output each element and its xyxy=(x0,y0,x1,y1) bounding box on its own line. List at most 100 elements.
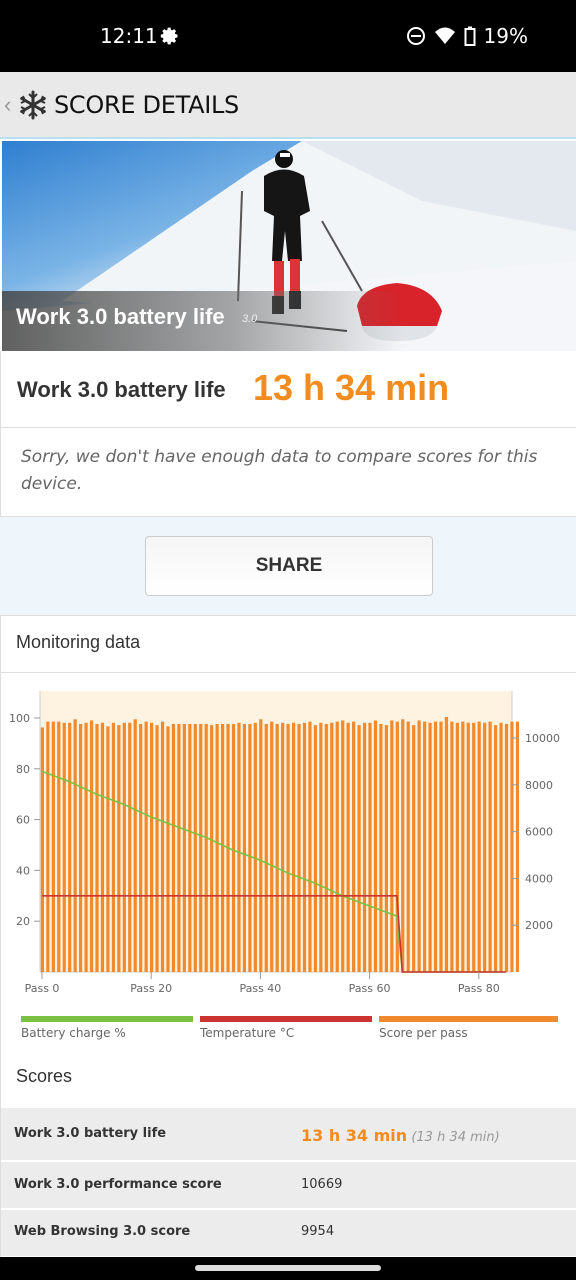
bar-score-pass-69 xyxy=(417,720,421,972)
score-label: Web Browsing 3.0 score xyxy=(14,1224,191,1239)
monitoring-title: Monitoring data xyxy=(16,632,141,652)
legend-label: Battery charge % xyxy=(21,1026,126,1040)
y-left-tick-label: 100 xyxy=(9,712,30,725)
result-label: Work 3.0 battery life xyxy=(17,377,226,402)
bar-score-pass-47 xyxy=(297,723,301,972)
bar-score-pass-13 xyxy=(111,722,115,972)
bar-score-pass-75 xyxy=(450,721,454,972)
bar-score-pass-8 xyxy=(84,722,88,972)
bar-score-pass-57 xyxy=(352,721,356,972)
bar-score-pass-86 xyxy=(510,721,514,972)
bar-score-pass-84 xyxy=(499,722,503,972)
bar-score-pass-21 xyxy=(155,725,159,972)
bar-score-pass-22 xyxy=(160,721,165,972)
chevron-left-icon[interactable]: ‹ xyxy=(4,92,16,118)
bar-score-pass-6 xyxy=(73,719,77,972)
bar-score-pass-43 xyxy=(275,723,279,972)
bar-score-pass-2 xyxy=(51,721,55,972)
x-tick-label: Pass 60 xyxy=(349,982,391,995)
bar-score-pass-49 xyxy=(308,721,312,972)
monitoring-card: Monitoring data 20 40 60 80 100 2000 4000 6000 8… xyxy=(0,615,576,1275)
x-tick-label: Pass 40 xyxy=(239,982,281,995)
bar-score-pass-26 xyxy=(182,723,186,972)
bar-score-pass-5 xyxy=(68,722,72,972)
battery-percent: 19% xyxy=(483,24,528,48)
bar-score-pass-45 xyxy=(286,723,290,972)
bar-score-pass-23 xyxy=(166,726,170,972)
score-value: 9954 xyxy=(301,1224,335,1239)
bar-score-pass-31 xyxy=(210,725,214,972)
bar-score-pass-42 xyxy=(270,721,274,972)
bar-score-pass-37 xyxy=(242,723,247,972)
bar-score-pass-66 xyxy=(401,719,405,972)
do-not-disturb-icon xyxy=(406,27,425,45)
home-gesture-handle[interactable] xyxy=(195,1265,381,1271)
legend-swatch-score xyxy=(379,1016,558,1022)
bar-score-pass-53 xyxy=(330,722,334,972)
bar-score-pass-73 xyxy=(439,721,443,972)
table-row: Work 3.0 performance score 10669 xyxy=(1,1160,576,1208)
score-value-main: 13 h 34 min xyxy=(301,1126,408,1145)
page-title: SCORE DETAILS xyxy=(54,90,239,119)
bar-score-pass-14 xyxy=(117,725,121,972)
legend-label: Score per pass xyxy=(379,1026,468,1040)
score-value: 10669 xyxy=(301,1177,343,1192)
score-label: Work 3.0 performance score xyxy=(14,1177,222,1192)
bar-score-pass-52 xyxy=(324,723,328,972)
bar-score-pass-81 xyxy=(483,722,487,972)
hero-title: Work 3.0 battery life xyxy=(16,304,225,329)
bar-score-pass-0 xyxy=(40,727,44,972)
share-button[interactable]: SHARE xyxy=(145,536,433,596)
bar-score-pass-48 xyxy=(302,722,307,972)
bar-score-pass-20 xyxy=(150,722,154,972)
x-tick-label: Pass 80 xyxy=(458,982,500,995)
y-right-tick-label: 6000 xyxy=(525,826,553,839)
bar-score-pass-50 xyxy=(313,725,317,972)
bar-score-pass-70 xyxy=(423,721,427,972)
wifi-icon xyxy=(434,27,455,44)
bar-score-pass-79 xyxy=(472,722,476,972)
y-right-tick-label: 10000 xyxy=(525,732,560,745)
bar-score-pass-16 xyxy=(128,722,132,972)
bar-score-pass-40 xyxy=(259,719,263,972)
score-label: Work 3.0 battery life xyxy=(14,1126,167,1141)
table-row: Web Browsing 3.0 score 9954 xyxy=(1,1208,576,1256)
y-left-tick-label: 60 xyxy=(16,814,30,827)
clock: 12:11 xyxy=(100,24,158,48)
y-left-tick-label: 20 xyxy=(16,915,30,928)
bar-score-pass-11 xyxy=(100,722,105,972)
bar-score-pass-7 xyxy=(79,723,83,972)
x-tick-label: Pass 20 xyxy=(130,982,172,995)
notice-text: Sorry, we don't have enough data to comp… xyxy=(21,447,538,494)
bar-score-pass-87 xyxy=(515,721,520,972)
bar-score-pass-80 xyxy=(477,721,481,972)
bar-score-pass-44 xyxy=(281,722,285,972)
bar-score-pass-17 xyxy=(133,719,137,972)
app-bar: ‹ SCORE DETAILS xyxy=(0,72,576,139)
snowflake-icon xyxy=(20,90,46,119)
bar-score-pass-62 xyxy=(379,723,383,972)
bar-score-pass-18 xyxy=(139,723,143,972)
bar-score-pass-41 xyxy=(264,723,268,972)
result-panel: Work 3.0 battery life 13 h 34 min xyxy=(0,351,576,428)
bar-score-pass-3 xyxy=(57,721,61,972)
bar-score-pass-78 xyxy=(466,722,470,972)
share-area: SHARE xyxy=(0,517,576,615)
bar-score-pass-85 xyxy=(504,723,509,972)
bar-score-pass-55 xyxy=(341,720,345,972)
legend-battery: Battery charge % xyxy=(21,1016,193,1040)
navigation-bar xyxy=(0,1257,576,1280)
bar-score-pass-54 xyxy=(335,721,339,972)
bar-score-pass-39 xyxy=(253,722,257,972)
hero-version: 3.0 xyxy=(242,313,258,325)
bar-score-pass-72 xyxy=(433,721,438,972)
bar-score-pass-24 xyxy=(171,723,176,972)
table-row: Work 3.0 battery life 13 h 34 min (13 h … xyxy=(1,1106,576,1160)
y-right-tick-label: 2000 xyxy=(525,919,553,932)
bar-score-pass-77 xyxy=(461,721,465,972)
legend-swatch-temperature xyxy=(200,1016,372,1022)
scores-table: Work 3.0 battery life 13 h 34 min (13 h … xyxy=(1,1106,576,1256)
scores-title: Scores xyxy=(16,1066,73,1086)
result-value: 13 h 34 min xyxy=(253,367,450,408)
bar-score-pass-58 xyxy=(357,725,361,972)
